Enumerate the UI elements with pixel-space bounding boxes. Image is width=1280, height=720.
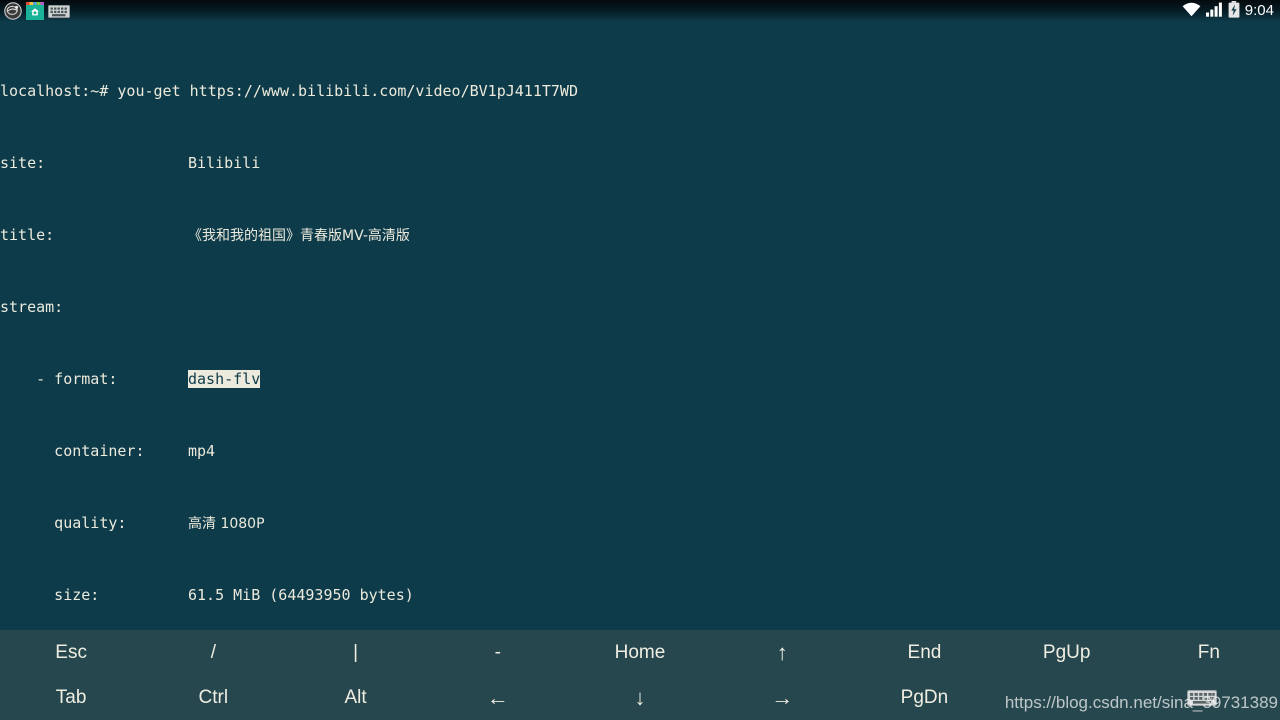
field-value-quality: 高清 1080P [188,516,265,532]
keyboard-toggle-icon[interactable] [1185,687,1219,709]
app-icon-green-home [26,2,44,24]
field-value-site: Bilibili [188,154,261,172]
field-label-title: title: [0,226,55,244]
key-pgdn[interactable]: PgDn [853,675,995,720]
virtual-key-row-2: Tab Ctrl Alt ← ↓ → PgDn [0,675,1280,720]
key-ctrl[interactable]: Ctrl [142,675,284,720]
key-slash[interactable]: / [142,630,284,675]
key-tab[interactable]: Tab [0,675,142,720]
field-label-size: size: [0,586,100,604]
status-bar-system-icons: 9:04 [1182,0,1274,22]
key-esc[interactable]: Esc [0,630,142,675]
key-fn[interactable]: Fn [1138,630,1280,675]
key-end[interactable]: End [853,630,995,675]
virtual-key-bar: Esc / | - Home ↑ End PgUp Fn Tab Ctrl Alt ← ↓ → PgDn [0,630,1280,720]
terminal-output[interactable]: localhost:~# you-get https://www.bilibil… [0,22,1280,630]
shell-command: you-get https://www.bilibili.com/video/B… [117,82,578,100]
field-label-container: container: [0,442,145,460]
terminal-line-command: localhost:~# you-get https://www.bilibil… [0,82,1280,100]
key-dash[interactable]: - [427,630,569,675]
terminal-line-format: - format: dash-flv [0,370,1280,388]
key-arrow-up[interactable]: ↑ [711,630,853,675]
shell-prompt: localhost:~# [0,82,118,100]
field-label-quality: quality: [0,514,127,532]
terminal-line-size: size: 61.5 MiB (64493950 bytes) [0,586,1280,604]
field-label-stream: stream: [0,298,64,316]
key-pgup[interactable]: PgUp [996,630,1138,675]
status-bar-notification-icons [4,2,70,24]
field-value-title: 《我和我的祖国》青春版MV-高清版 [188,228,410,244]
terminal-line-quality: quality: 高清 1080P [0,514,1280,532]
key-pipe[interactable]: | [284,630,426,675]
android-terminal-screen: 9:04 localhost:~# you-get https://www.bi… [0,0,1280,720]
field-label-format: - format: [0,370,118,388]
terminal-line-stream: stream: [0,298,1280,316]
android-status-bar: 9:04 [0,0,1280,22]
app-icon-circular [4,2,22,24]
terminal-line-container: container: mp4 [0,442,1280,460]
wifi-icon [1182,2,1201,21]
terminal-line-site: site: Bilibili [0,154,1280,172]
status-bar-clock: 9:04 [1244,2,1274,19]
key-alt[interactable]: Alt [284,675,426,720]
field-value-container: mp4 [188,442,216,460]
field-label-site: site: [0,154,46,172]
key-home[interactable]: Home [569,630,711,675]
key-arrow-left[interactable]: ← [427,675,569,720]
battery-charging-icon [1228,0,1240,22]
field-value-size: 61.5 MiB (64493950 bytes) [188,586,414,604]
field-value-format: dash-flv [188,370,261,388]
signal-icon [1205,2,1223,21]
virtual-key-row-1: Esc / | - Home ↑ End PgUp Fn [0,630,1280,675]
key-arrow-down[interactable]: ↓ [569,675,711,720]
terminal-line-title: title: 《我和我的祖国》青春版MV-高清版 [0,226,1280,244]
key-arrow-right[interactable]: → [711,675,853,720]
keyboard-icon [48,4,70,23]
